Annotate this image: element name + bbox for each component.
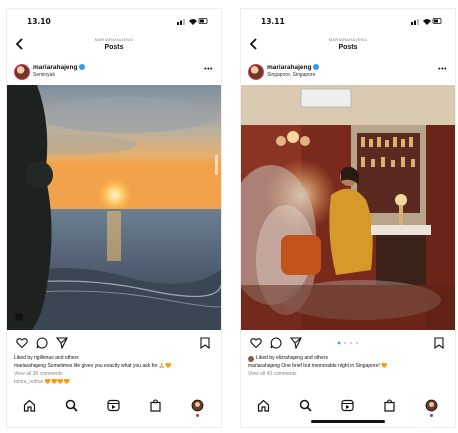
sunset-photo	[7, 85, 221, 330]
liked-by[interactable]: Liked by rigillenus and others	[14, 355, 215, 362]
share-icon[interactable]	[290, 337, 302, 349]
more-icon[interactable]: •••	[438, 66, 447, 73]
shop-icon[interactable]	[383, 399, 396, 412]
more-icon[interactable]: •••	[204, 66, 213, 73]
shop-icon[interactable]	[149, 399, 162, 412]
profile-icon[interactable]	[425, 399, 438, 412]
status-icons	[411, 18, 442, 25]
reels-icon[interactable]	[107, 399, 120, 412]
reels-icon[interactable]	[341, 399, 354, 412]
post-image-sunset[interactable]	[7, 85, 221, 330]
header-username: MARIARAHAJENG	[94, 37, 134, 42]
bookmark-icon[interactable]	[199, 337, 211, 349]
page-title: Posts	[104, 44, 124, 51]
post-header: mariarahajeng Singapore, Singapore •••	[241, 61, 455, 83]
post-header: mariarahajeng Seminyak •••	[7, 61, 221, 83]
caption: mariarahajeng Sometimes life gives you e…	[14, 363, 172, 369]
post-location[interactable]: Singapore, Singapore	[267, 72, 315, 78]
verified-icon	[79, 64, 86, 71]
search-icon[interactable]	[299, 399, 312, 412]
liked-by[interactable]: Liked by elizrahajeng and others	[248, 355, 449, 362]
comment-icon[interactable]	[270, 337, 282, 349]
post-screen-right: 13.11 MARIARAHAJENG Posts mariarahajeng …	[240, 8, 456, 428]
bottom-nav	[241, 397, 455, 417]
share-icon[interactable]	[56, 337, 68, 349]
liker-avatar	[248, 356, 254, 362]
home-icon[interactable]	[257, 399, 270, 412]
home-indicator	[311, 420, 385, 423]
home-icon[interactable]	[23, 399, 36, 412]
header-username: MARIARAHAJENG	[328, 37, 368, 42]
post-actions	[241, 337, 455, 351]
page-title: Posts	[338, 44, 358, 51]
status-bar: 13.10	[7, 15, 221, 27]
avatar[interactable]	[14, 64, 30, 80]
notification-dot	[196, 414, 199, 417]
profile-icon[interactable]	[191, 399, 204, 412]
comment-preview: tahira_nofriar 🧡🧡🧡🧡	[14, 379, 70, 385]
verified-icon	[313, 64, 320, 71]
view-comments-link[interactable]: View all 38 comments	[14, 371, 215, 378]
heart-icon[interactable]	[250, 337, 262, 349]
page-header: MARIARAHAJENG Posts	[241, 35, 455, 57]
bottom-nav	[7, 397, 221, 417]
search-icon[interactable]	[65, 399, 78, 412]
post-username[interactable]: mariarahajeng	[33, 64, 86, 71]
post-screen-left: 13.10 MARIARAHAJENG Posts mariarahajeng …	[6, 8, 222, 428]
post-location[interactable]: Seminyak	[33, 72, 55, 78]
bar-photo	[241, 85, 455, 330]
carousel-dots	[337, 341, 359, 345]
comment-icon[interactable]	[36, 337, 48, 349]
caption: mariarahajeng One brief but memorable ni…	[248, 363, 388, 369]
status-time: 13.11	[261, 17, 285, 26]
bookmark-icon[interactable]	[433, 337, 445, 349]
status-icons	[177, 18, 208, 25]
notification-dot	[430, 414, 433, 417]
post-image-bar[interactable]	[241, 85, 455, 330]
status-time: 13.10	[27, 17, 51, 26]
status-bar: 13.11	[241, 15, 455, 27]
post-username[interactable]: mariarahajeng	[267, 64, 320, 71]
page-header: MARIARAHAJENG Posts	[7, 35, 221, 57]
view-comments-link[interactable]: View all 43 comments	[248, 371, 449, 378]
heart-icon[interactable]	[16, 337, 28, 349]
post-actions	[7, 337, 221, 351]
avatar[interactable]	[248, 64, 264, 80]
